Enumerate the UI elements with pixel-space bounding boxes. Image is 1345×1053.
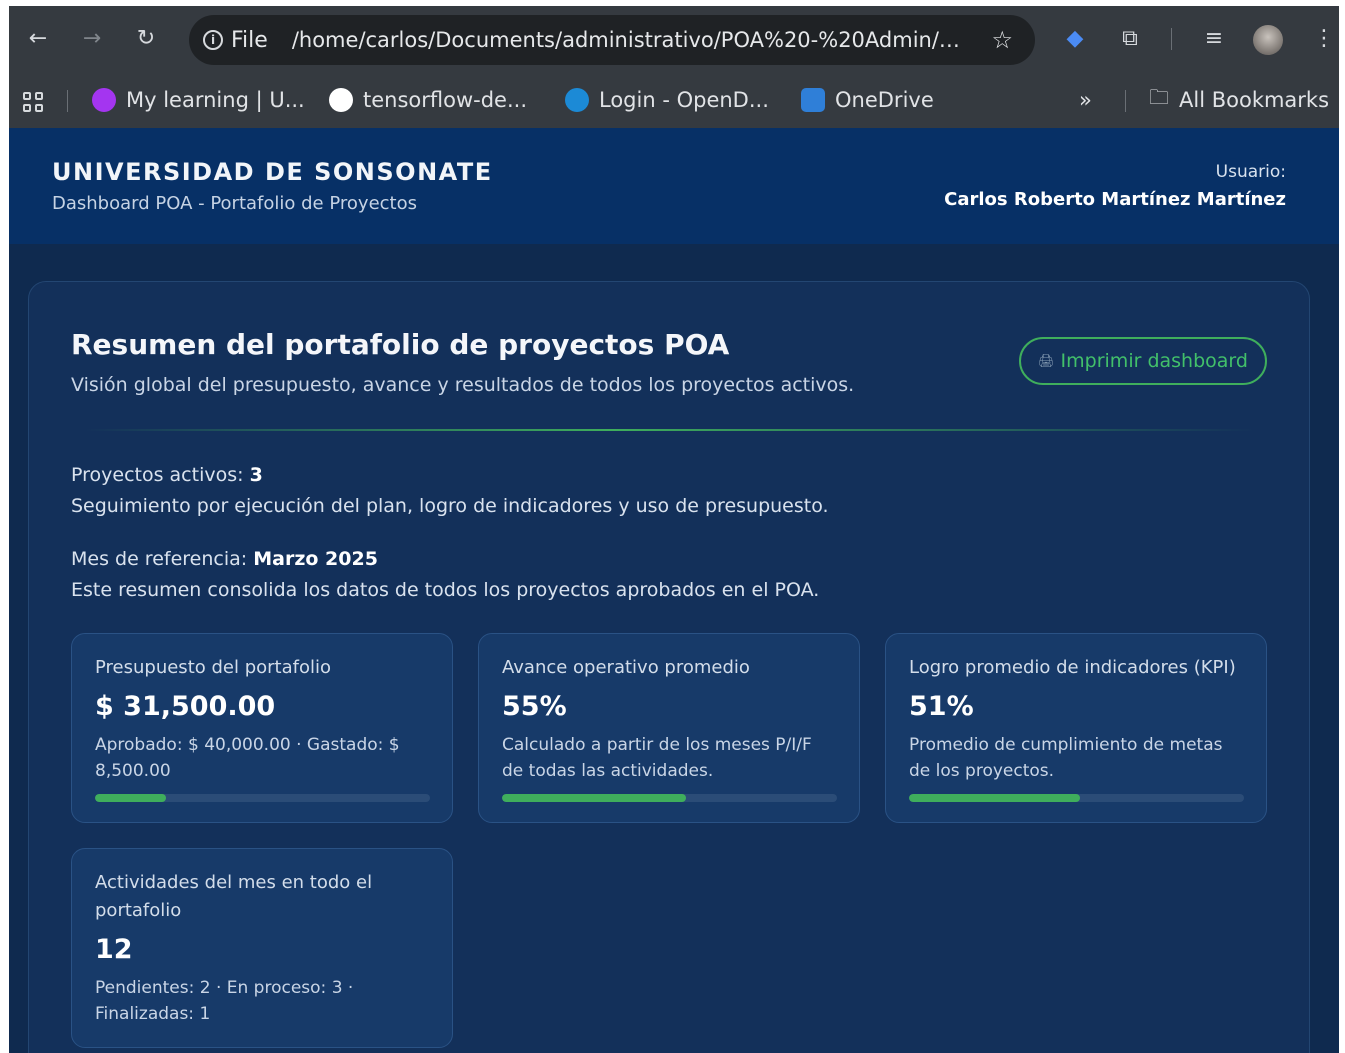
edge-icon bbox=[565, 88, 589, 112]
main-content: Resumen del portafolio de proyectos POA … bbox=[9, 244, 1339, 1053]
active-projects-label: Proyectos activos: bbox=[71, 464, 250, 486]
toolbar-divider bbox=[1171, 28, 1172, 50]
bookmark-login-opend[interactable]: Login - OpenD... bbox=[565, 85, 769, 115]
card-description: Calculado a partir de los meses P/I/F de… bbox=[502, 735, 812, 781]
summary-title: Resumen del portafolio de proyectos POA bbox=[71, 328, 730, 361]
bookmarks-divider bbox=[1125, 90, 1126, 112]
browser-window: ← → ↻ i File /home/carlos/Documents/admi… bbox=[9, 6, 1339, 1053]
bookmarks-overflow-button[interactable]: » bbox=[1079, 85, 1092, 115]
user-label: Usuario: bbox=[1215, 162, 1286, 182]
monthly-activities-card: Actividades del mes en todo el portafoli… bbox=[71, 848, 453, 1048]
print-dashboard-button[interactable]: 🖨 Imprimir dashboard bbox=[1019, 337, 1267, 385]
reference-month-value: Marzo 2025 bbox=[253, 548, 378, 570]
card-label: Avance operativo promedio bbox=[502, 657, 750, 678]
progress-fill bbox=[909, 794, 1080, 802]
browser-chrome: ← → ↻ i File /home/carlos/Documents/admi… bbox=[9, 6, 1339, 128]
card-value: 55% bbox=[502, 691, 567, 722]
url-scheme-chip[interactable]: File bbox=[231, 28, 268, 53]
puzzle-icon[interactable]: ⧉ bbox=[1115, 24, 1145, 54]
bookmarks-divider bbox=[67, 90, 68, 112]
back-arrow-icon[interactable]: ← bbox=[23, 24, 53, 54]
operational-progress-card: Avance operativo promedio 55% Calculado … bbox=[478, 633, 860, 823]
bookmarks-bar: My learning | U... tensorflow-de... Logi… bbox=[9, 72, 1339, 128]
card-description: Aprobado: $ 40,000.00 · Gastado: $ 8,500… bbox=[95, 735, 400, 781]
all-bookmarks-button[interactable]: 🗀 All Bookmarks bbox=[1149, 85, 1329, 115]
reference-month-line: Mes de referencia: Marzo 2025 bbox=[71, 548, 378, 570]
github-icon bbox=[329, 88, 353, 112]
dashboard-subtitle: Dashboard POA - Portafolio de Proyectos bbox=[52, 193, 417, 214]
bookmark-label: Login - OpenD... bbox=[599, 88, 769, 112]
card-value: $ 31,500.00 bbox=[95, 691, 276, 722]
card-value: 51% bbox=[909, 691, 974, 722]
active-projects-value: 3 bbox=[249, 464, 263, 486]
summary-subtitle: Visión global del presupuesto, avance y … bbox=[71, 374, 855, 396]
url-text[interactable]: /home/carlos/Documents/administrativo/PO… bbox=[292, 28, 970, 52]
card-description: Promedio de cumplimiento de metas de los… bbox=[909, 735, 1223, 781]
card-description: Pendientes: 2 · En proceso: 3 · Finaliza… bbox=[95, 978, 354, 1024]
section-divider bbox=[85, 429, 1255, 431]
printer-icon: 🖨 bbox=[1038, 353, 1055, 369]
progress-bar bbox=[95, 794, 430, 802]
summary-panel: Resumen del portafolio de proyectos POA … bbox=[28, 281, 1310, 1053]
bookmark-my-learning[interactable]: My learning | U... bbox=[92, 85, 305, 115]
consolidation-text: Este resumen consolida los datos de todo… bbox=[71, 579, 820, 601]
profile-avatar[interactable] bbox=[1253, 25, 1283, 55]
menu-kebab-icon[interactable]: ⋮ bbox=[1309, 24, 1339, 54]
bookmark-label: My learning | U... bbox=[126, 88, 305, 112]
bookmark-label: OneDrive bbox=[835, 88, 934, 112]
udemy-icon bbox=[92, 88, 116, 112]
outlook-icon bbox=[801, 88, 825, 112]
university-title: UNIVERSIDAD DE SONSONATE bbox=[52, 158, 493, 186]
reference-month-label: Mes de referencia: bbox=[71, 548, 254, 570]
all-bookmarks-label: All Bookmarks bbox=[1179, 88, 1330, 112]
progress-fill bbox=[502, 794, 687, 802]
forward-arrow-icon[interactable]: → bbox=[77, 24, 107, 54]
address-bar[interactable]: i File /home/carlos/Documents/administra… bbox=[189, 15, 1035, 65]
budget-card: Presupuesto del portafolio $ 31,500.00 A… bbox=[71, 633, 453, 823]
media-control-icon[interactable]: ≡ bbox=[1199, 24, 1229, 54]
card-label: Logro promedio de indicadores (KPI) bbox=[909, 657, 1236, 678]
card-value: 12 bbox=[95, 934, 133, 965]
extension-icon[interactable]: ◆ bbox=[1060, 24, 1090, 54]
progress-fill bbox=[95, 794, 167, 802]
active-projects-line: Proyectos activos: 3 bbox=[71, 464, 263, 486]
print-button-label: Imprimir dashboard bbox=[1060, 350, 1248, 372]
site-header: UNIVERSIDAD DE SONSONATE Dashboard POA -… bbox=[9, 128, 1339, 244]
user-name: Carlos Roberto Martínez Martínez bbox=[944, 189, 1286, 210]
card-label: Presupuesto del portafolio bbox=[95, 657, 331, 678]
kpi-card: Logro promedio de indicadores (KPI) 51% … bbox=[885, 633, 1267, 823]
progress-bar bbox=[909, 794, 1244, 802]
star-icon[interactable]: ☆ bbox=[991, 26, 1013, 54]
apps-grid-icon[interactable] bbox=[23, 92, 43, 112]
bookmark-onedrive[interactable]: OneDrive bbox=[801, 85, 934, 115]
card-label: Actividades del mes en todo el portafoli… bbox=[95, 872, 373, 921]
reload-icon[interactable]: ↻ bbox=[131, 24, 161, 54]
progress-bar bbox=[502, 794, 837, 802]
browser-toolbar: ← → ↻ i File /home/carlos/Documents/admi… bbox=[9, 6, 1339, 72]
folder-icon: 🗀 bbox=[1149, 85, 1169, 109]
info-icon[interactable]: i bbox=[203, 30, 223, 50]
bookmark-label: tensorflow-de... bbox=[363, 88, 527, 112]
bookmark-tensorflow[interactable]: tensorflow-de... bbox=[329, 85, 527, 115]
tracking-text: Seguimiento por ejecución del plan, logr… bbox=[71, 495, 829, 517]
